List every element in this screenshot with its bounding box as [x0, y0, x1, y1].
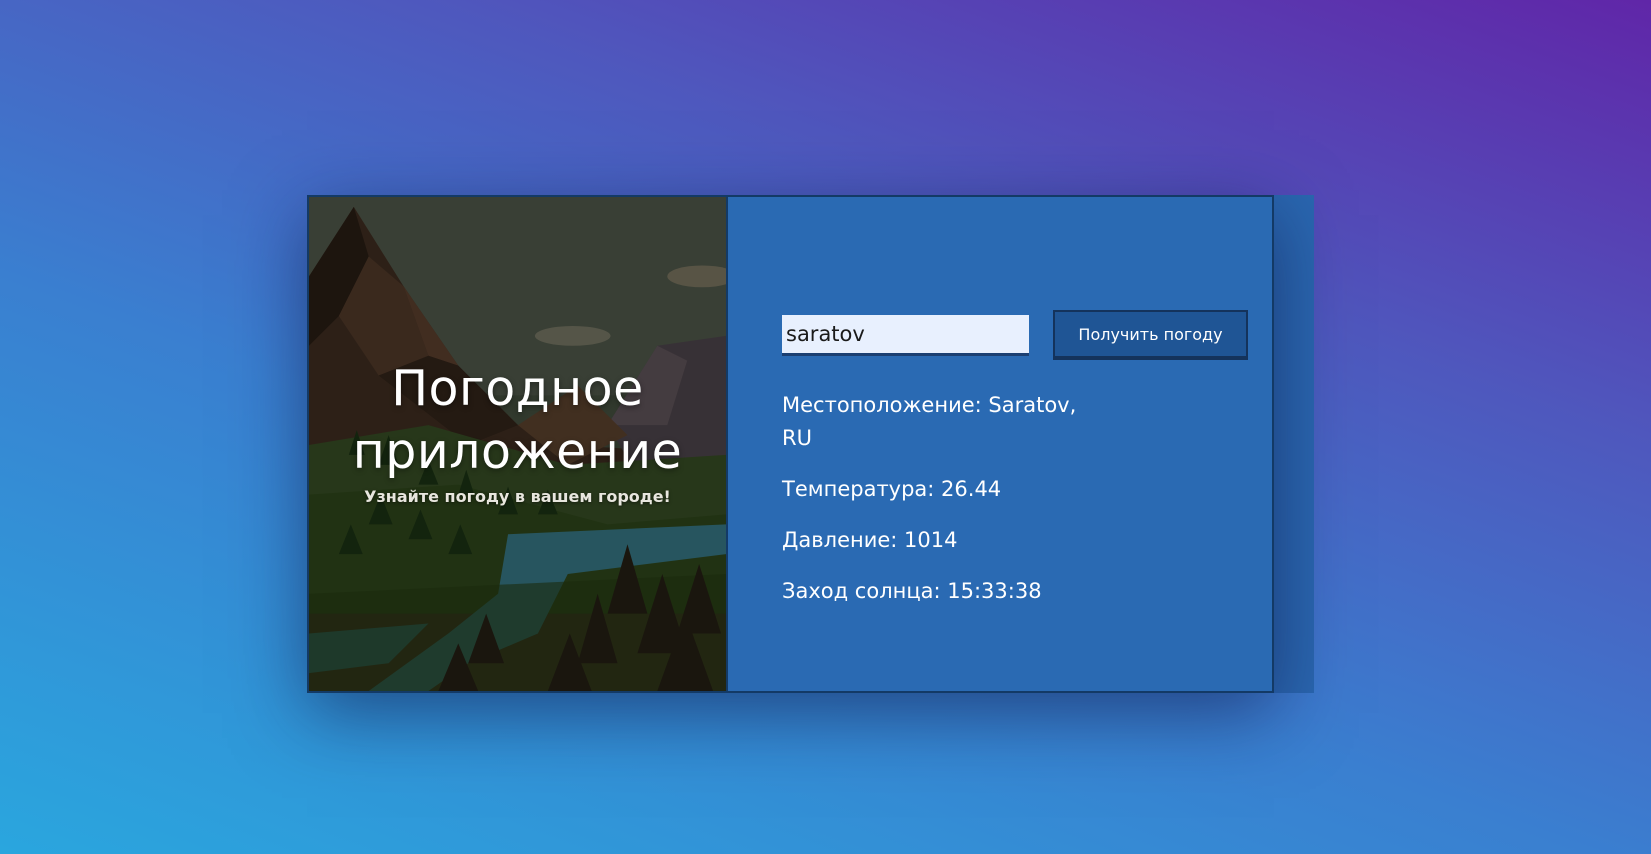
- weather-panel: Получить погоду Местоположение: Saratov,…: [728, 197, 1272, 691]
- pressure-text: Давление: 1014: [782, 528, 958, 552]
- weather-info: Местоположение: Saratov, RU Температура:…: [782, 389, 1082, 626]
- card-side-strip: [1274, 195, 1314, 693]
- search-form: Получить погоду: [782, 310, 1248, 360]
- get-weather-button[interactable]: Получить погоду: [1053, 310, 1248, 360]
- city-input[interactable]: [782, 314, 1029, 356]
- hero-text: Погодное приложение Узнайте погоду в ваш…: [309, 357, 726, 506]
- temperature-text: Температура: 26.44: [782, 477, 1002, 501]
- app-title: Погодное приложение: [352, 360, 683, 480]
- sunset-text: Заход солнца: 15:33:38: [782, 579, 1042, 603]
- hero-panel: Погодное приложение Узнайте погоду в ваш…: [309, 197, 728, 691]
- weather-card: Погодное приложение Узнайте погоду в ваш…: [307, 195, 1274, 693]
- app-subtitle: Узнайте погоду в вашем городе!: [364, 487, 671, 506]
- location-text: Местоположение: Saratov, RU: [782, 393, 1077, 450]
